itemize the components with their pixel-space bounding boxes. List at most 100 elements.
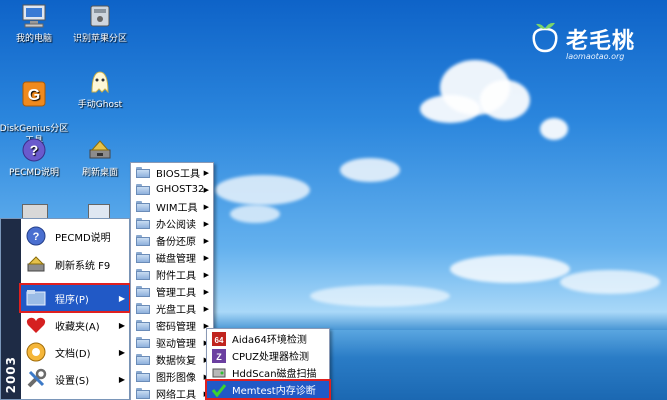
favorites-heart-icon [23,313,49,337]
desktop-icon-manual-ghost[interactable]: 手动Ghost [62,68,138,111]
program-item-admin[interactable]: 管理工具 ▶ [131,283,213,300]
program-item-label: 光盘工具 [156,305,196,316]
start-item-label: 程序(P) [55,294,89,306]
program-item-network[interactable]: 网络工具▶ [131,385,213,400]
program-item-accessories[interactable]: 附件工具 ▶ [131,266,213,283]
program-item-disk[interactable]: 磁盘管理 ▶ [131,249,213,266]
submenu-arrow-icon: ▶ [203,236,209,245]
diag-item-memtest[interactable]: Memtest内存诊断 [205,379,331,400]
submenu-arrow-icon: ▶ [203,253,209,262]
desktop-icon-label: 手动Ghost [77,100,123,110]
submenu-arrow-icon: ▶ [203,185,209,194]
folder-icon [135,217,151,231]
start-menu-sidebar: 2003 [1,219,21,399]
submenu-arrow-icon: ▶ [203,202,209,211]
program-item-ghost32[interactable]: GHOST32 ▶ [131,181,213,198]
cloud [340,158,400,182]
diag-item-hddscan[interactable]: HddScan磁盘扫描 [207,364,329,381]
submenu-arrow-icon: ▶ [118,374,125,384]
cloud [540,118,568,140]
desktop-icon-apple-partition[interactable]: 识别苹果分区 [62,2,138,45]
submenu-arrow-icon: ▶ [203,168,209,177]
desktop-icon-label: 识别苹果分区 [72,34,127,44]
desktop: 我的电脑 识别苹果分区 G DiskGenius分区 工具 手动Ghost ? … [0,0,667,400]
refresh-icon [85,136,115,164]
start-item-settings[interactable]: 设置(S) ▶ [21,366,129,392]
program-item-label: 网络工具 [156,390,196,400]
folder-icon [135,183,151,197]
drive-icon [85,2,115,30]
ghost-icon [85,68,115,96]
program-item-label: 附件工具 [156,271,196,282]
submenu-arrow-icon: ▶ [203,270,209,279]
program-item-graphics[interactable]: 图形图像▶ [131,368,213,385]
logo-text: 老毛桃 [566,29,636,54]
diag-item-label: Memtest内存诊断 [232,386,316,397]
program-item-label: 图形图像 [156,373,196,384]
diskgenius-icon: G [19,80,49,108]
start-item-favorites[interactable]: 收藏夹(A) ▶ [21,312,129,338]
cloud [310,285,450,307]
start-item-programs[interactable]: 程序(P) ▶ [19,283,131,313]
program-item-password[interactable]: 密码管理 ▶ [131,317,213,334]
start-item-label: 设置(S) [55,375,90,387]
diag-item-aida64[interactable]: 64 Aida64环境检测 [207,330,329,347]
program-item-office[interactable]: 办公阅读 ▶ [131,215,213,232]
peach-logo-icon [530,21,560,53]
folder-icon [135,251,151,265]
submenu-arrow-icon: ▶ [118,293,125,303]
start-item-documents[interactable]: 文档(D) ▶ [21,339,129,365]
start-menu-side-text: 2003 [4,355,18,393]
svg-text:?: ? [30,142,39,158]
submenu-arrow-icon: ▶ [203,219,209,228]
program-item-label: GHOST32 [156,184,205,195]
start-item-label: 收藏夹(A) [55,321,100,333]
cloud [480,80,530,120]
documents-icon [23,340,49,364]
program-item-wim[interactable]: WIM工具 ▶ [131,198,213,215]
program-item-label: 备份还原 [156,237,196,248]
folder-icon [135,200,151,214]
folder-icon [135,285,151,299]
diagnostics-submenu: 64 Aida64环境检测 Z CPUZ处理器检测 HddScan磁盘扫描 Me… [205,328,331,400]
folder-icon [135,319,151,333]
programs-submenu: BIOS工具 ▶ GHOST32 ▶ WIM工具 ▶ 办公阅读 ▶ 备份还原 ▶ 磁盘管理… [130,162,214,400]
folder-icon [135,387,151,400]
start-item-label: PECMD说明 [55,232,111,244]
diag-item-label: HddScan磁盘扫描 [232,369,317,380]
settings-icon [23,367,49,391]
program-item-backup[interactable]: 备份还原 ▶ [131,232,213,249]
logo-url: laomaotao.org [566,52,625,61]
folder-icon [135,166,151,180]
program-item-label: 数据恢复 [156,356,196,367]
cloud [450,255,570,283]
svg-text:Z: Z [216,352,222,362]
program-item-cdrom[interactable]: 光盘工具 ▶ [131,300,213,317]
submenu-arrow-icon: ▶ [203,287,209,296]
program-item-drivers[interactable]: 驱动管理▶ [131,334,213,351]
program-item-recovery[interactable]: 数据恢复▶ [131,351,213,368]
program-item-label: 密码管理 [156,322,196,333]
diag-item-label: CPUZ处理器检测 [232,352,310,363]
start-item-pecmd-help[interactable]: ? PECMD说明 [21,223,129,249]
submenu-arrow-icon: ▶ [118,320,125,330]
program-item-bios[interactable]: BIOS工具 ▶ [131,164,213,181]
svg-text:?: ? [33,231,40,243]
programs-folder-icon [23,286,49,310]
svg-text:G: G [28,87,40,104]
cpuz-icon: Z [211,348,227,363]
memtest-check-icon [211,383,227,397]
start-item-label: 文档(D) [55,348,91,360]
program-item-label: 磁盘管理 [156,254,196,265]
program-item-label: 办公阅读 [156,220,196,231]
laomaotao-logo: 老毛桃 laomaotao.org [526,17,656,65]
start-item-refresh-system[interactable]: 刷新系统 F9 [21,251,129,277]
help-icon: ? [19,136,49,164]
folder-icon [135,370,151,384]
diag-item-cpuz[interactable]: Z CPUZ处理器检测 [207,347,329,364]
program-item-label: 管理工具 [156,288,196,299]
folder-icon [135,268,151,282]
desktop-icon-refresh-desktop[interactable]: 刷新桌面 [62,136,138,179]
computer-icon [19,2,49,30]
cloud [230,205,280,223]
